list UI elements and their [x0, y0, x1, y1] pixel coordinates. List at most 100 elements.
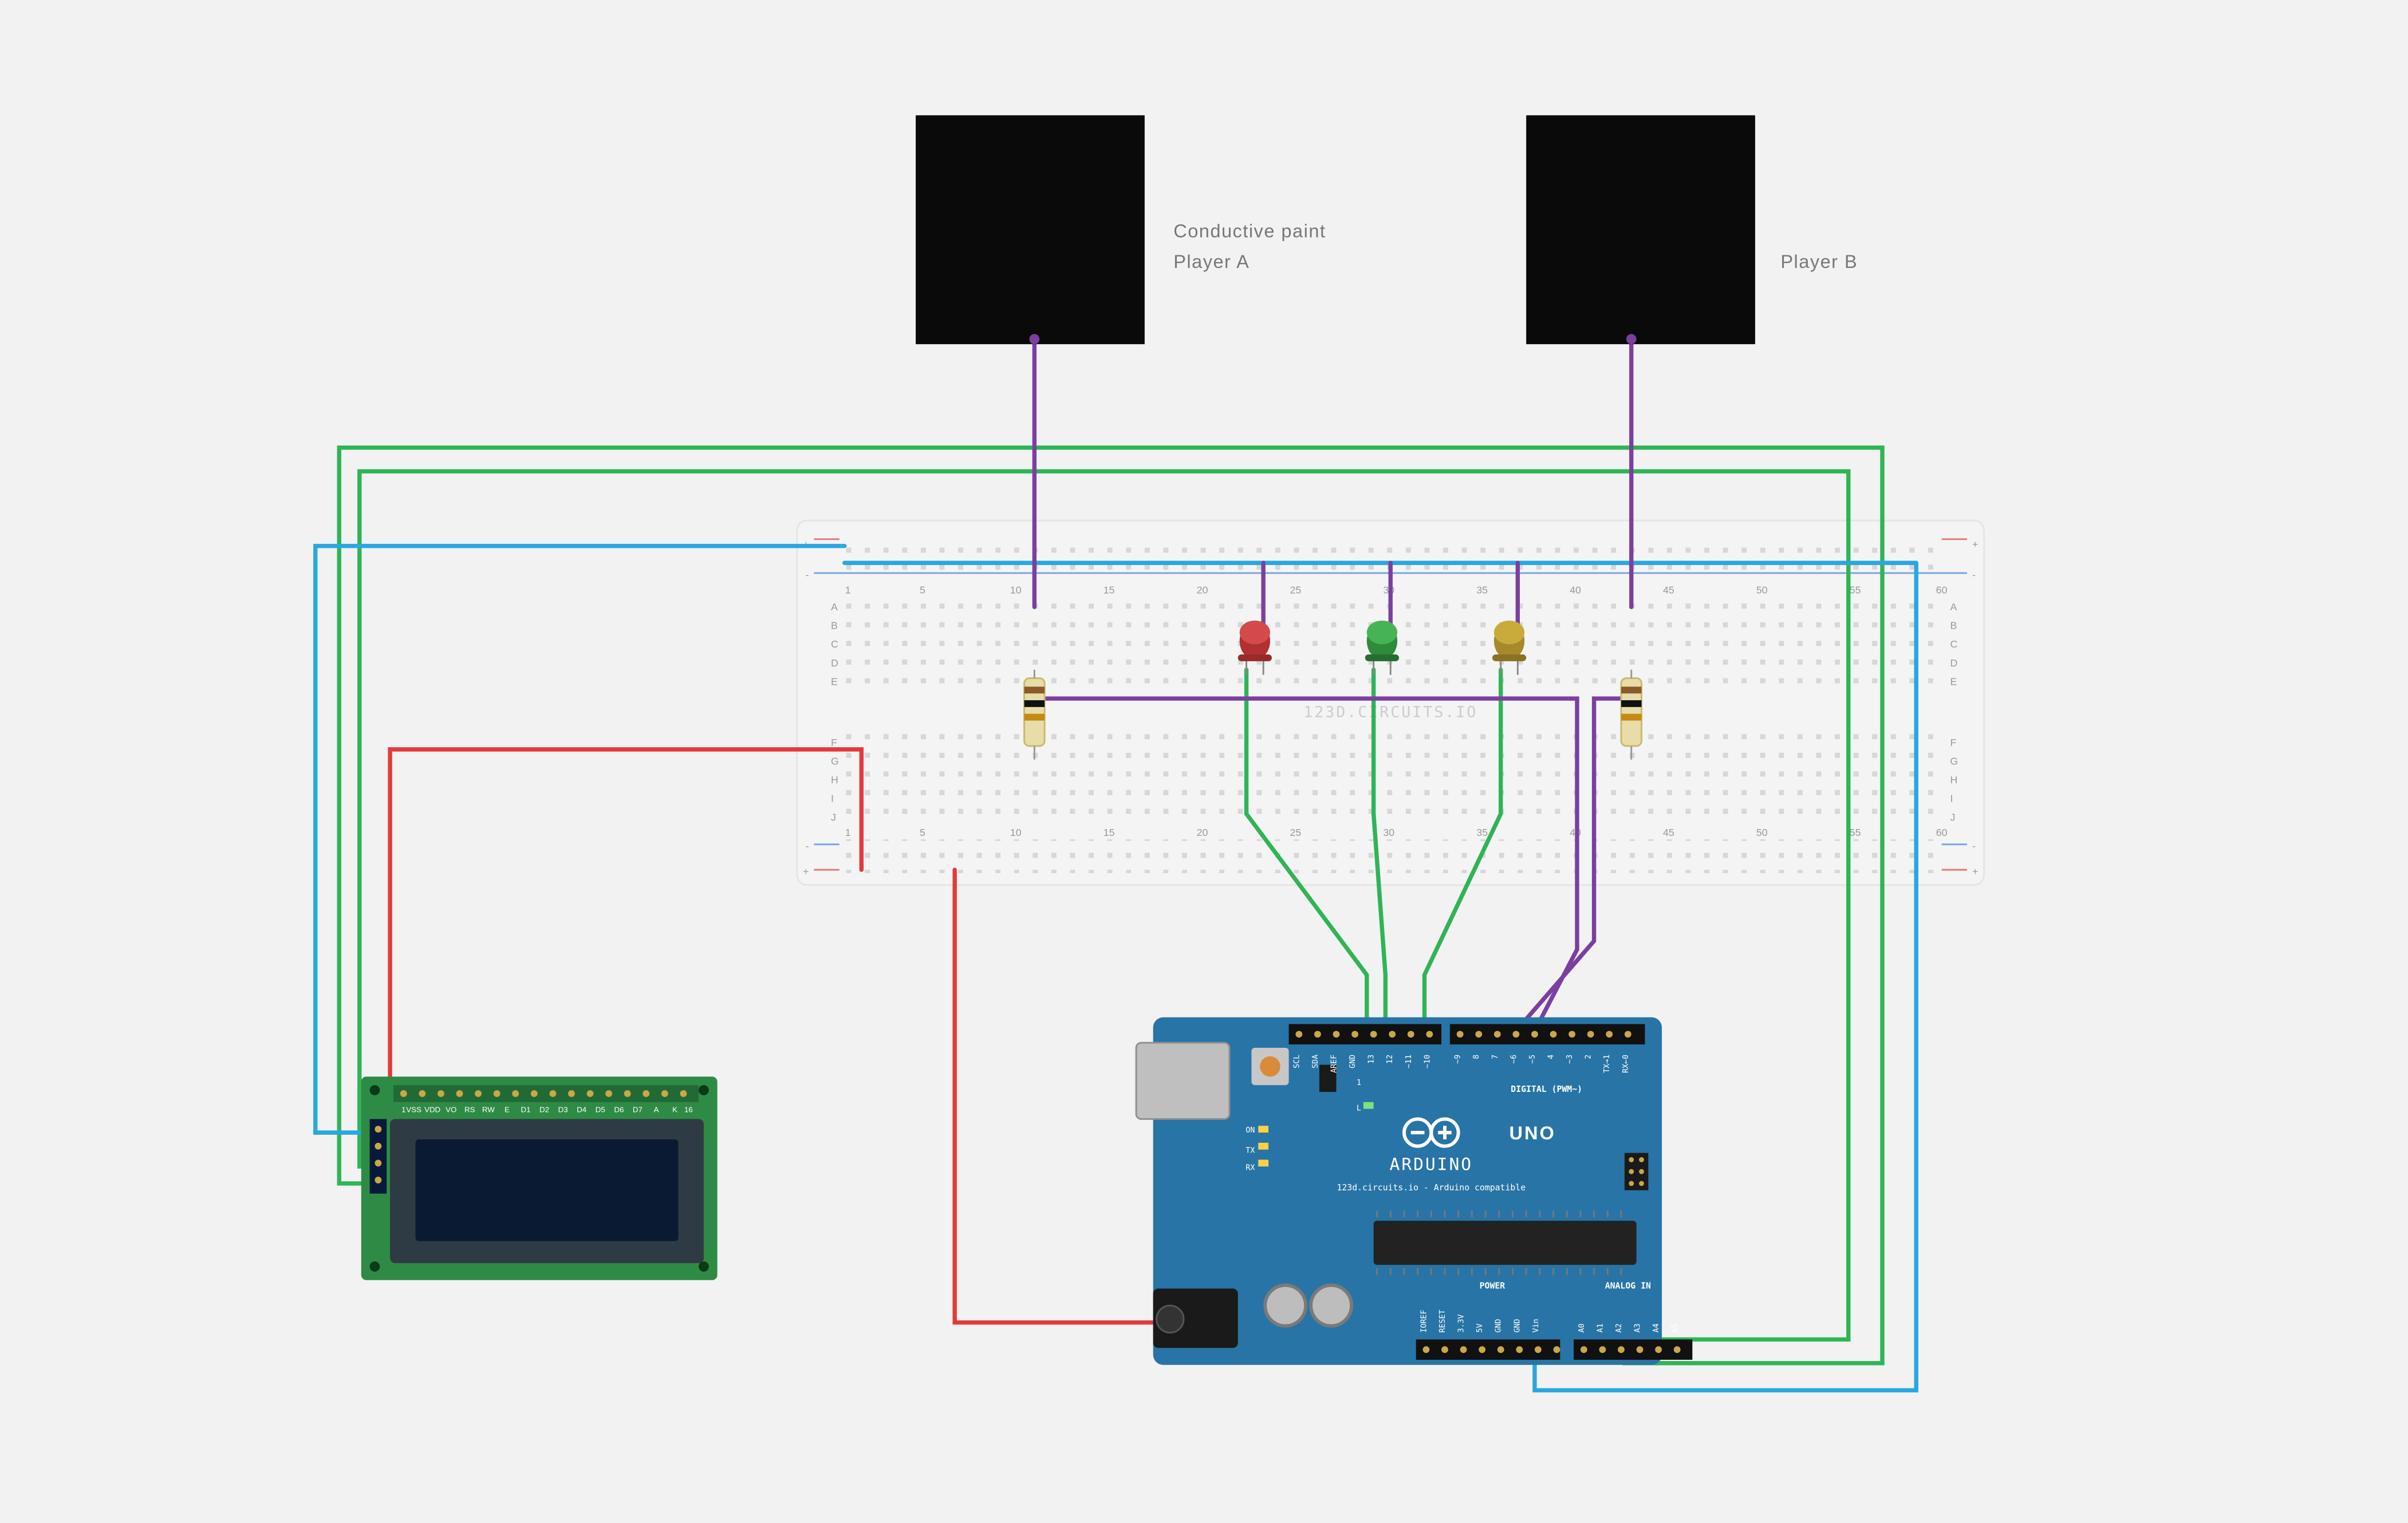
svg-text:ON: ON: [1246, 1126, 1255, 1135]
rail-minus-top: -: [806, 569, 809, 581]
svg-text:RW: RW: [482, 1106, 495, 1114]
svg-text:20: 20: [1197, 584, 1208, 595]
svg-text:POWER: POWER: [1480, 1281, 1506, 1291]
pad-b-label: Player B: [1780, 251, 1858, 272]
svg-text:~6: ~6: [1510, 1055, 1518, 1064]
svg-text:A: A: [654, 1106, 659, 1114]
svg-text:A2: A2: [1615, 1324, 1623, 1333]
svg-text:A3: A3: [1634, 1324, 1642, 1333]
svg-text:VDD: VDD: [424, 1106, 440, 1114]
svg-text:60: 60: [1936, 584, 1948, 595]
svg-text:E: E: [1950, 676, 1957, 687]
svg-text:55: 55: [1850, 827, 1861, 838]
svg-text:D3: D3: [558, 1106, 568, 1114]
svg-text:D2: D2: [539, 1106, 549, 1114]
svg-text:40: 40: [1570, 584, 1581, 595]
pad-a-label2: Player A: [1173, 251, 1250, 272]
svg-text:A: A: [831, 601, 838, 613]
svg-text:VO: VO: [446, 1106, 456, 1114]
svg-text:5: 5: [920, 827, 925, 838]
svg-text:F: F: [831, 737, 837, 748]
svg-text:I: I: [831, 793, 834, 804]
svg-text:A: A: [1950, 601, 1957, 613]
svg-text:H: H: [1950, 774, 1957, 786]
svg-text:G: G: [831, 756, 839, 767]
svg-text:SCL: SCL: [1292, 1055, 1301, 1068]
svg-text:55: 55: [1850, 584, 1861, 595]
svg-text:+: +: [1972, 538, 1978, 550]
svg-text:35: 35: [1476, 584, 1488, 595]
svg-text:25: 25: [1290, 827, 1302, 838]
svg-text:Vin: Vin: [1532, 1319, 1540, 1333]
svg-text:16: 16: [684, 1106, 693, 1114]
svg-text:C: C: [831, 638, 838, 650]
breadboard-watermark: 123D.CIRCUITS.IO: [1303, 704, 1477, 721]
svg-text:45: 45: [1663, 584, 1674, 595]
svg-text:15: 15: [1103, 584, 1115, 595]
svg-text:D6: D6: [614, 1106, 624, 1114]
svg-text:SDA: SDA: [1311, 1055, 1320, 1068]
svg-text:RX: RX: [1246, 1163, 1255, 1172]
svg-text:ANALOG IN: ANALOG IN: [1605, 1281, 1651, 1291]
svg-text:C: C: [1950, 638, 1957, 650]
svg-text:D: D: [831, 657, 838, 669]
svg-text:AREF: AREF: [1330, 1055, 1338, 1073]
svg-text:1: 1: [845, 584, 851, 595]
svg-text:TX: TX: [1246, 1147, 1255, 1155]
svg-text:RESET: RESET: [1439, 1309, 1447, 1332]
svg-text:A5: A5: [1671, 1324, 1680, 1333]
pad-a-label1: Conductive paint: [1173, 221, 1326, 242]
svg-text:K: K: [672, 1106, 677, 1114]
svg-text:10: 10: [1010, 827, 1022, 838]
svg-text:20: 20: [1197, 827, 1208, 838]
svg-text:-: -: [806, 841, 809, 852]
svg-text:D1: D1: [521, 1106, 530, 1114]
svg-text:15: 15: [1103, 827, 1115, 838]
svg-text:L: L: [1357, 1104, 1361, 1113]
arduino-uno: ARDUINO UNO 123d.circuits.io - Arduino c…: [1136, 1017, 1692, 1365]
svg-text:F: F: [1950, 737, 1956, 748]
svg-text:-: -: [1972, 841, 1976, 852]
lcd-module: GND VCC SDA SCL 1 VSS VDD VO RS RW E D1 …: [361, 1076, 718, 1280]
svg-text:J: J: [831, 811, 836, 823]
svg-text:RX←0: RX←0: [1622, 1055, 1630, 1073]
arduino-brand: ARDUINO: [1390, 1154, 1473, 1174]
svg-text:RS: RS: [464, 1106, 475, 1114]
svg-text:+: +: [803, 866, 809, 877]
svg-text:10: 10: [1010, 584, 1022, 595]
svg-text:D4: D4: [577, 1106, 587, 1114]
svg-text:+: +: [1972, 866, 1978, 877]
svg-text:2: 2: [1585, 1055, 1593, 1059]
svg-text:~3: ~3: [1566, 1055, 1574, 1064]
svg-text:B: B: [831, 620, 838, 632]
svg-text:1: 1: [401, 1106, 405, 1114]
svg-text:GND: GND: [1495, 1319, 1503, 1333]
svg-text:~5: ~5: [1528, 1055, 1537, 1064]
svg-text:8: 8: [1472, 1055, 1481, 1059]
svg-text:GND: GND: [1513, 1319, 1522, 1333]
svg-text:-: -: [1972, 569, 1976, 581]
touch-pad-b: Player B: [1526, 115, 1858, 344]
svg-text:H: H: [831, 774, 838, 786]
svg-text:25: 25: [1290, 584, 1302, 595]
svg-text:E: E: [505, 1106, 510, 1114]
circuit-diagram: + - + - - + - +: [0, 0, 2408, 1475]
svg-text:A0: A0: [1578, 1324, 1586, 1333]
svg-text:5: 5: [920, 584, 925, 595]
svg-text:5V: 5V: [1476, 1324, 1484, 1333]
svg-text:35: 35: [1476, 827, 1488, 838]
arduino-model: UNO: [1510, 1123, 1556, 1143]
svg-text:30: 30: [1383, 827, 1394, 838]
svg-text:B: B: [1950, 620, 1957, 632]
svg-text:~10: ~10: [1423, 1055, 1432, 1068]
svg-text:IOREF: IOREF: [1420, 1309, 1428, 1332]
svg-text:12: 12: [1386, 1055, 1394, 1064]
svg-text:DIGITAL (PWM~): DIGITAL (PWM~): [1511, 1084, 1582, 1094]
svg-text:D7: D7: [633, 1106, 643, 1114]
svg-text:50: 50: [1756, 827, 1768, 838]
svg-text:~9: ~9: [1454, 1055, 1463, 1064]
svg-text:I: I: [1950, 793, 1953, 804]
svg-text:45: 45: [1663, 827, 1674, 838]
svg-text:~11: ~11: [1405, 1055, 1413, 1068]
svg-text:3.3V: 3.3V: [1457, 1314, 1466, 1332]
